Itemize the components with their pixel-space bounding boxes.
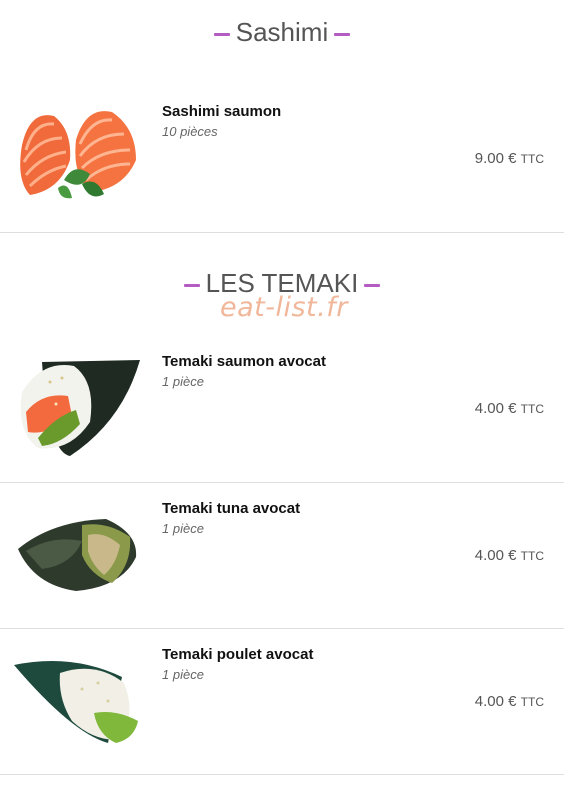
- price-value: 4.00 €: [474, 693, 517, 710]
- section-title-sashimi: Sashimi: [0, 17, 564, 48]
- price-value: 9.00 €: [474, 150, 517, 167]
- item-name: Temaki tuna avocat: [162, 500, 301, 517]
- price-value: 4.00 €: [474, 547, 517, 564]
- item-price: 4.00 € TTC: [475, 693, 544, 710]
- divider: [0, 232, 564, 233]
- title-dash-right: [364, 283, 381, 287]
- divider: [0, 628, 564, 629]
- item-price: 4.00 € TTC: [475, 547, 544, 564]
- item-price: 9.00 € TTC: [475, 150, 544, 167]
- title-dash-left: [183, 283, 200, 287]
- menu-item-temaki-saumon-avocat[interactable]: Temaki saumon avocat 1 pièce 4.00 € TTC: [0, 342, 564, 482]
- salmon-sashimi-image: [20, 111, 136, 199]
- title-dash-left: [213, 32, 230, 36]
- item-quantity: 1 pièce: [162, 521, 204, 536]
- item-price: 4.00 € TTC: [475, 400, 544, 417]
- price-tax-label: TTC: [520, 695, 544, 709]
- chicken-avocado-temaki-image: [14, 661, 138, 743]
- section-title-text: Sashimi: [235, 17, 329, 47]
- item-quantity: 1 pièce: [162, 667, 204, 682]
- item-quantity: 10 pièces: [162, 124, 218, 139]
- item-name: Temaki saumon avocat: [162, 353, 326, 370]
- menu-item-sashimi-saumon[interactable]: Sashimi saumon 10 pièces 9.00 € TTC: [0, 92, 564, 232]
- price-tax-label: TTC: [520, 402, 544, 416]
- price-value: 4.00 €: [474, 400, 517, 417]
- price-tax-label: TTC: [520, 549, 544, 563]
- menu-item-temaki-tuna-avocat[interactable]: Temaki tuna avocat 1 pièce 4.00 € TTC: [0, 489, 564, 629]
- price-tax-label: TTC: [520, 152, 544, 166]
- divider: [0, 774, 564, 775]
- watermark: eat-list.fr: [220, 292, 348, 323]
- salmon-avocado-temaki-image: [20, 360, 140, 456]
- divider: [0, 482, 564, 483]
- tuna-avocado-temaki-image: [18, 519, 137, 591]
- item-quantity: 1 pièce: [162, 374, 204, 389]
- item-name: Sashimi saumon: [162, 103, 282, 120]
- menu-item-temaki-poulet-avocat[interactable]: Temaki poulet avocat 1 pièce 4.00 € TTC: [0, 635, 564, 775]
- title-dash-right: [334, 32, 351, 36]
- item-name: Temaki poulet avocat: [162, 646, 314, 663]
